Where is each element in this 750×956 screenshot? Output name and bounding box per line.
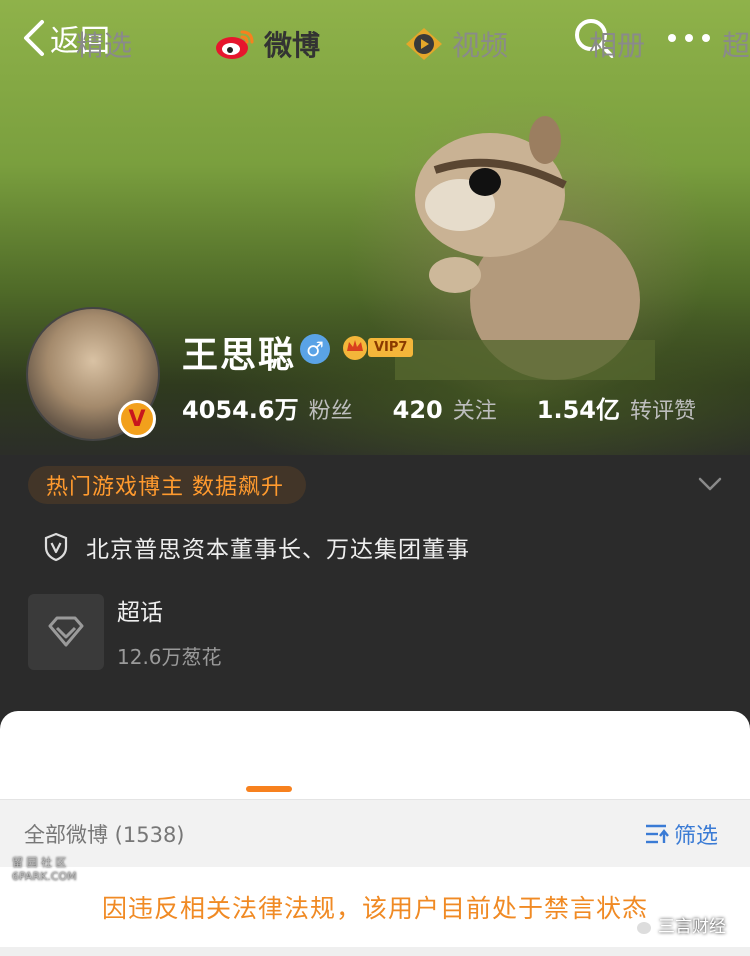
certification-row: 北京普思资本董事长、万达集团董事 (44, 530, 470, 564)
stat-value: 1.54亿 (536, 396, 620, 424)
filter-icon (646, 824, 669, 844)
tab-label: 相册 (589, 29, 646, 62)
super-topic-text: 超话 12.6万葱花 (117, 593, 222, 670)
vip-level: VIP7 (368, 337, 414, 357)
watermark-left: 留 园 社 区 6PARK.COM (12, 856, 77, 884)
filter-button[interactable]: 筛选 (644, 818, 718, 850)
squirrel-image (395, 116, 655, 380)
super-topic-title: 超话 (117, 600, 163, 626)
active-tab-indicator (246, 786, 292, 792)
gender-male-icon: ♂ (300, 334, 330, 364)
filter-label: 筛选 (674, 824, 719, 849)
ban-notice-text: 因违反相关法律法规，该用户目前处于禁言状态 (101, 894, 648, 923)
stat-label: 关注 (452, 399, 497, 424)
stat-fans[interactable]: 4054.6万 粉丝 (182, 390, 353, 425)
profile-name: 王思聪 (182, 335, 297, 376)
feed-header: 全部微博 (1538) 筛选 (0, 799, 750, 868)
verified-badge: V (118, 400, 156, 438)
feed-title: 全部微博 (1538) (24, 823, 185, 847)
watermark-right: 三言财经 (628, 912, 726, 937)
chevron-left-icon (24, 20, 44, 56)
tab-label: 视频 (452, 29, 509, 62)
vip-crown-icon (343, 336, 367, 360)
shield-v-icon (44, 532, 68, 562)
stat-value: 420 (392, 396, 443, 424)
diamond-icon (48, 616, 84, 646)
vip-badge[interactable]: VIP7 (340, 333, 414, 361)
super-topic-card[interactable]: 超话 12.6万葱花 (28, 593, 222, 670)
weibo-icon (216, 30, 254, 59)
stat-label: 转评赞 (629, 399, 696, 424)
watermark-left-line2: 6PARK.COM (12, 870, 77, 883)
hot-tag[interactable]: 热门游戏博主 数据飙升 (28, 466, 306, 504)
stat-value: 4054.6万 (182, 396, 299, 424)
certification-text: 北京普思资本董事长、万达集团董事 (86, 537, 470, 563)
more-dots-icon[interactable] (664, 26, 714, 50)
super-topic-icon-box (28, 593, 104, 670)
tab-video[interactable]: 视频 (404, 0, 508, 88)
stat-reposts-comments-likes[interactable]: 1.54亿 转评赞 (537, 390, 696, 425)
video-icon (406, 28, 442, 60)
stat-label: 粉丝 (308, 399, 353, 424)
super-topic-subtitle: 12.6万葱花 (117, 645, 222, 669)
chevron-down-icon[interactable] (698, 476, 722, 492)
tab-weibo[interactable]: 微博 (214, 0, 320, 88)
tab-album[interactable]: 相册 (589, 0, 645, 88)
stat-following[interactable]: 420 关注 (393, 393, 497, 425)
watermark-right-text: 三言财经 (658, 917, 726, 937)
wechat-icon (629, 915, 651, 934)
tab-label: 精选 (76, 29, 133, 62)
tab-super-topic[interactable]: 超 (722, 0, 750, 88)
profile-stats: 4054.6万 粉丝 420 关注 1.54亿 转评赞 (182, 390, 736, 425)
watermark-left-line1: 留 园 社 区 (12, 856, 67, 869)
tab-label: 微博 (264, 29, 321, 62)
tab-label: 超 (722, 29, 750, 62)
tab-bar (0, 711, 750, 799)
bottom-divider (0, 947, 750, 956)
tab-featured[interactable]: 精选 (76, 0, 132, 88)
